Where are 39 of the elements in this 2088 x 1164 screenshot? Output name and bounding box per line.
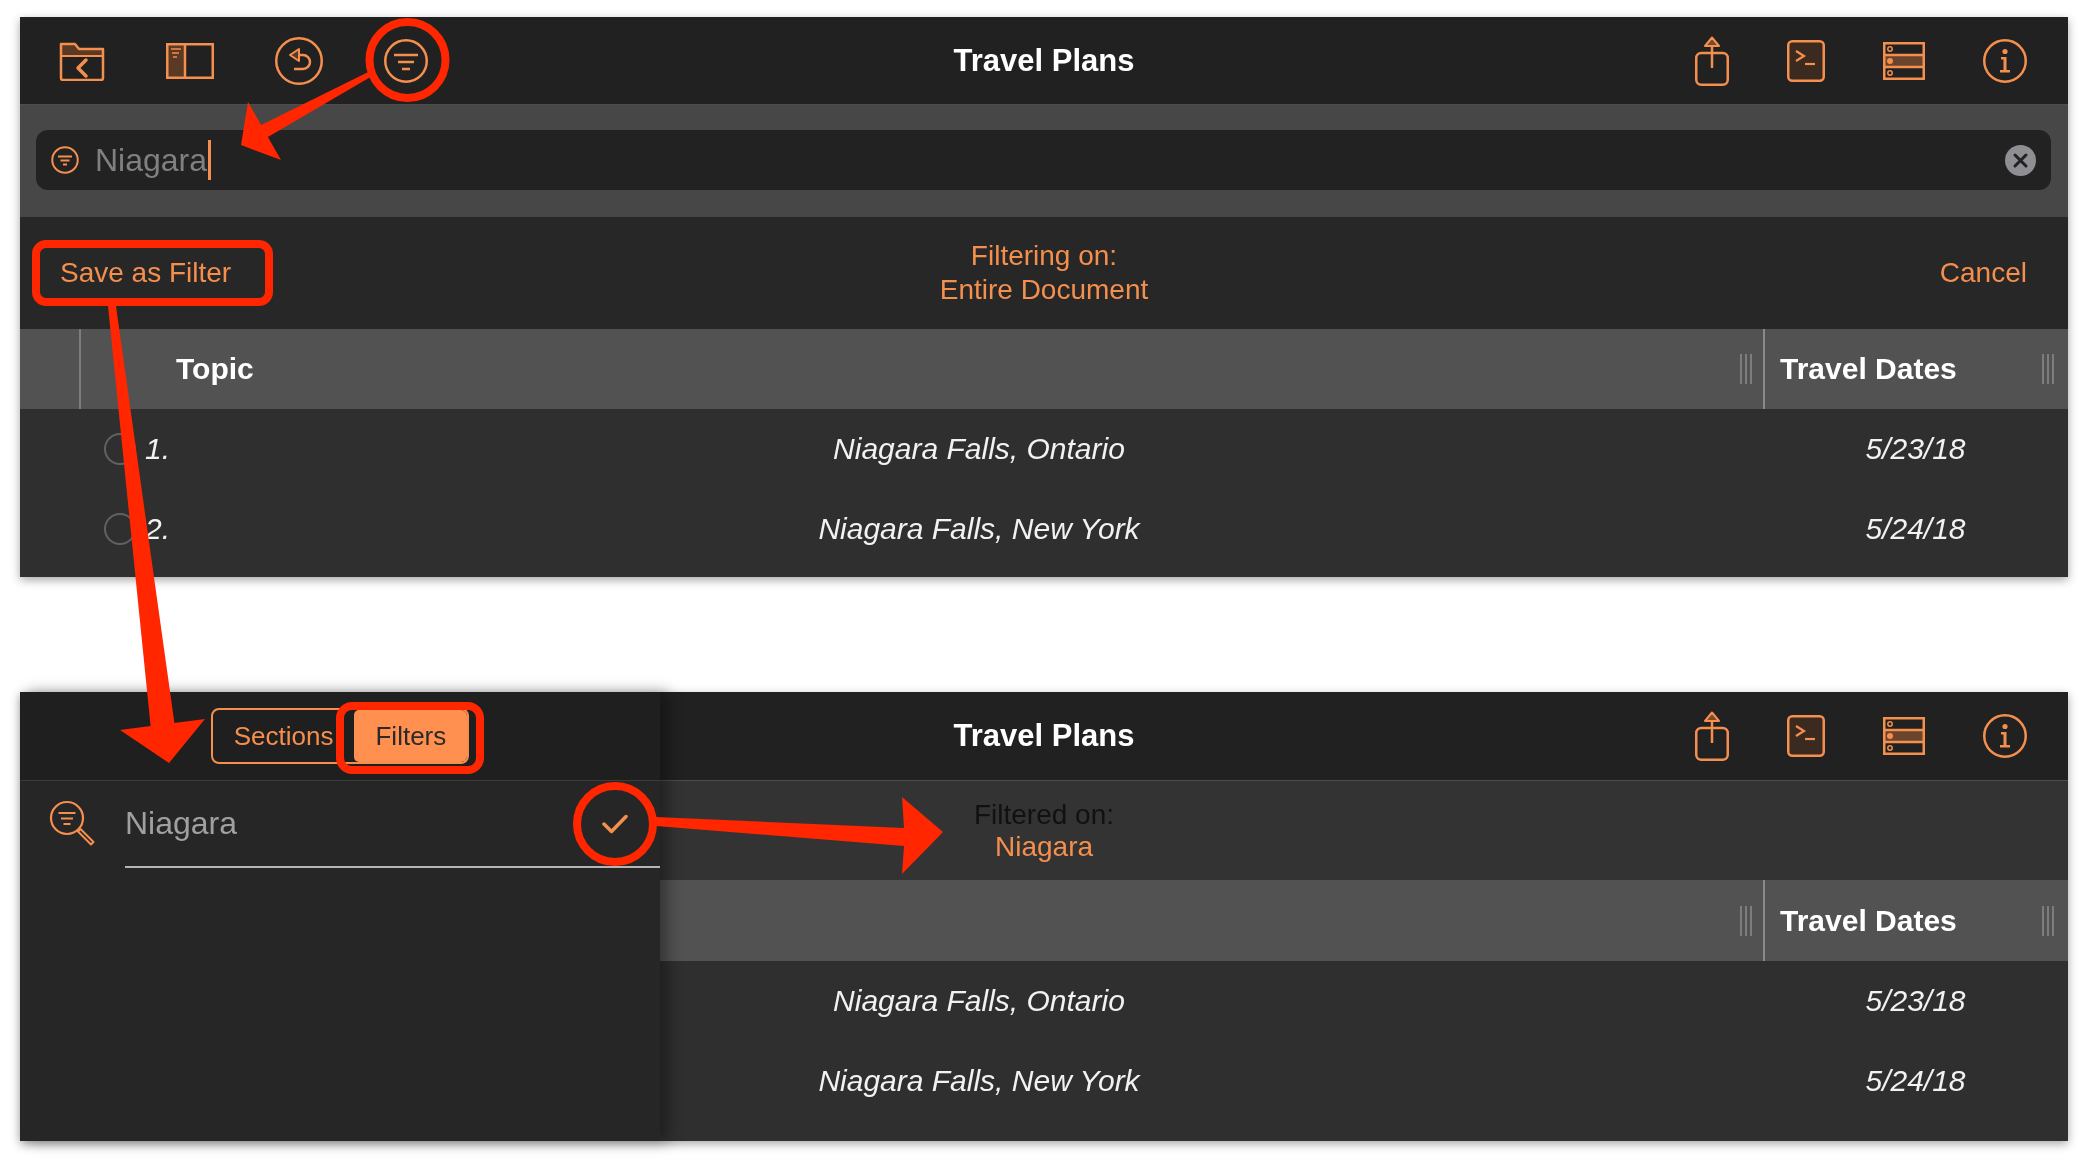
table-cell: 5/24/18 — [1865, 512, 1966, 546]
row-number: 1. — [145, 432, 171, 466]
column-header: Topic — [176, 352, 254, 386]
segment-tab[interactable]: Sections — [212, 710, 355, 762]
window-title: Travel Plans — [953, 42, 1135, 79]
sidebar-icon[interactable] — [166, 42, 214, 79]
table-cell: Niagara Falls, New York — [818, 1064, 1140, 1098]
cancel-button[interactable]: Cancel — [1927, 251, 2039, 295]
filter-scope-label: Filtering on: — [970, 239, 1118, 273]
filter-status-value: Niagara — [994, 830, 1094, 863]
info-icon[interactable] — [1983, 714, 2027, 758]
table-cell: 5/23/18 — [1865, 984, 1966, 1018]
save-filter-button[interactable]: Save as Filter — [48, 251, 244, 295]
filter-item[interactable]: Niagara — [125, 781, 660, 868]
filter-magnifier-icon — [49, 800, 95, 846]
folder-back-icon[interactable] — [59, 40, 105, 81]
window-title: Travel Plans — [953, 718, 1135, 754]
search-field[interactable]: Niagara — [36, 130, 2051, 190]
segment-tab[interactable]: Filters — [354, 710, 468, 762]
table-cell: 5/24/18 — [1865, 1064, 1966, 1098]
text-cursor — [208, 140, 212, 180]
table-cell: Niagara Falls, New York — [818, 512, 1140, 546]
close-icon[interactable] — [2005, 144, 2036, 176]
column-header: Travel Dates — [1780, 352, 1957, 386]
list-icon[interactable] — [1883, 41, 1925, 80]
table-cell: 5/23/18 — [1865, 432, 1966, 466]
table-cell: Niagara Falls, Ontario — [833, 984, 1125, 1018]
list-icon[interactable] — [1883, 717, 1925, 755]
column-header: Travel Dates — [1780, 903, 1957, 938]
terminal-icon[interactable] — [1787, 715, 1825, 757]
share-icon[interactable] — [1695, 711, 1729, 761]
info-icon[interactable] — [1983, 38, 2027, 83]
terminal-icon[interactable] — [1787, 39, 1825, 82]
filter-icon[interactable] — [384, 38, 428, 83]
filter-scope-value: Entire Document — [939, 273, 1149, 307]
filter-icon — [51, 146, 79, 174]
table-cell: Niagara Falls, Ontario — [833, 432, 1125, 466]
share-icon[interactable] — [1695, 35, 1729, 86]
undo-icon[interactable] — [275, 36, 323, 85]
